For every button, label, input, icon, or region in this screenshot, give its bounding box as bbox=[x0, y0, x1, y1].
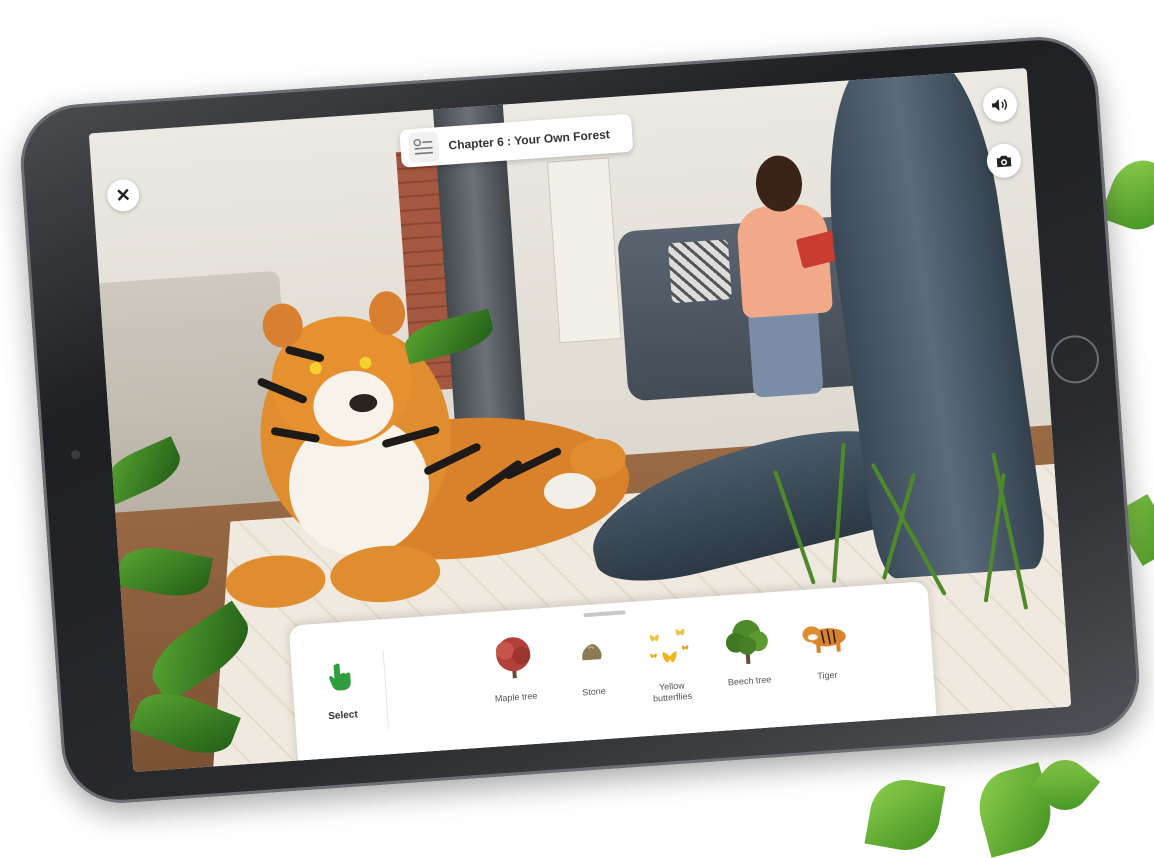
palette-divider bbox=[382, 649, 390, 730]
maple-tree-icon bbox=[487, 631, 540, 684]
item-label: Tiger bbox=[816, 669, 838, 682]
palette-item-stone[interactable]: Stone bbox=[558, 625, 628, 711]
stone-icon bbox=[565, 625, 618, 678]
hand-pointer-icon bbox=[329, 663, 351, 691]
camera-icon bbox=[996, 155, 1012, 167]
tablet: ✕ Chapter 6 : Your Own Forest Select Map… bbox=[16, 33, 1144, 807]
tiger-icon bbox=[798, 609, 851, 662]
palette-item-maple-tree[interactable]: Maple tree bbox=[480, 630, 550, 716]
item-label: Beech tree bbox=[727, 674, 772, 688]
palette-item-tiger[interactable]: Tiger bbox=[791, 608, 861, 694]
item-label: Maple tree bbox=[494, 690, 538, 704]
item-label: Yellow butterflies bbox=[652, 680, 693, 704]
select-label: Select bbox=[327, 709, 359, 723]
chapter-list-icon bbox=[407, 131, 440, 164]
pillow bbox=[667, 239, 732, 304]
ar-tiger[interactable] bbox=[195, 267, 637, 625]
palette-items: Maple tree Stone Yellow butterflies Beec… bbox=[480, 608, 861, 716]
butterflies-icon bbox=[642, 620, 695, 673]
palette-grabber[interactable] bbox=[583, 610, 626, 618]
front-camera bbox=[70, 449, 81, 460]
item-label: Stone bbox=[581, 685, 607, 698]
ar-screen: ✕ Chapter 6 : Your Own Forest Select Map… bbox=[88, 67, 1072, 773]
speaker-icon bbox=[991, 99, 1008, 111]
person-legs bbox=[747, 303, 824, 398]
beech-tree-icon bbox=[720, 614, 773, 667]
select-tool-button[interactable]: Select bbox=[309, 660, 375, 754]
close-icon: ✕ bbox=[114, 184, 132, 206]
palette-item-beech-tree[interactable]: Beech tree bbox=[713, 614, 783, 700]
home-button[interactable] bbox=[1049, 333, 1101, 385]
device-frame: ✕ Chapter 6 : Your Own Forest Select Map… bbox=[0, 0, 1154, 848]
chapter-title: Chapter 6 : Your Own Forest bbox=[448, 127, 611, 153]
palette-item-yellow-butterflies[interactable]: Yellow butterflies bbox=[635, 619, 705, 705]
